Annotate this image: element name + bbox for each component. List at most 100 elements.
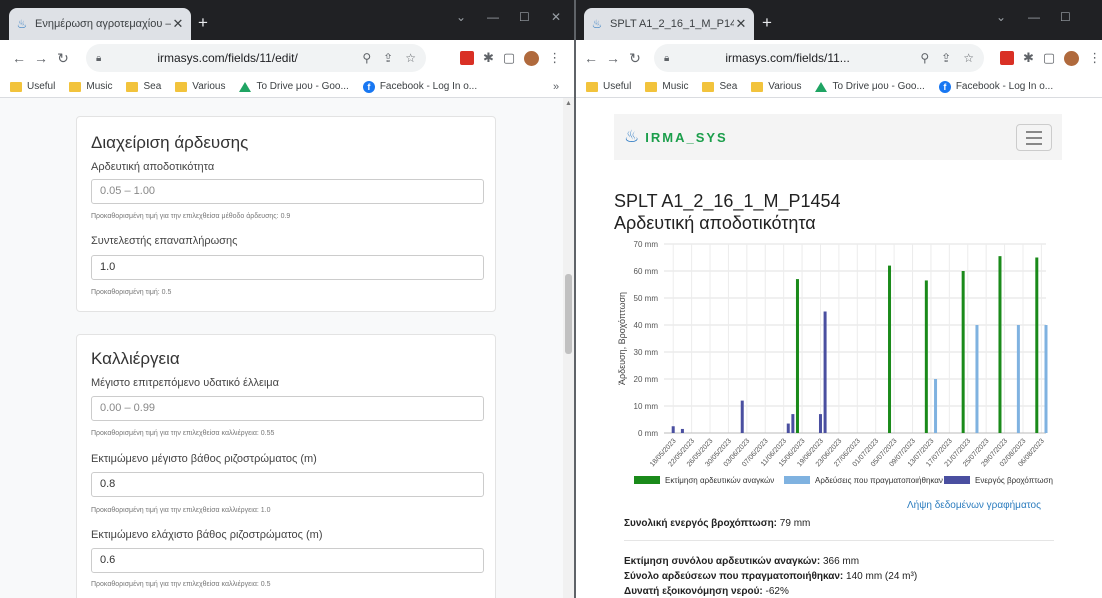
bookmark-sea[interactable]: Sea — [126, 81, 161, 92]
bookmark-various[interactable]: Various — [751, 81, 801, 92]
scrollbar[interactable]: ▲ — [563, 98, 574, 598]
tab-search-icon[interactable]: ⌄ — [456, 10, 466, 24]
puzzle-extensions-icon[interactable]: ✱ — [483, 50, 494, 66]
bookmark-facebook[interactable]: f Facebook - Log In o... — [938, 80, 1053, 93]
y-tick-label: 20 mm — [634, 375, 659, 384]
menu-toggle-button[interactable] — [1016, 124, 1052, 151]
bookmark-facebook[interactable]: f Facebook - Log In o... — [362, 80, 477, 93]
irrigation-chart: 0 mm 10 mm 20 mm 30 mm 40 mm 50 mm 60 mm 70 mm Ά… — [617, 240, 1053, 485]
profile-avatar[interactable] — [1064, 50, 1080, 66]
forward-arrow-icon[interactable]: → — [602, 50, 624, 66]
stat-value: -62% — [762, 586, 789, 597]
share-icon[interactable]: ⇪ — [383, 51, 393, 65]
lock-icon[interactable]: 🔒︎ — [96, 53, 101, 64]
pdf-extension-icon[interactable] — [460, 51, 474, 65]
deficit-label: Μέγιστο επιτρεπόμενο υδατικό έλλειμα — [91, 377, 280, 389]
star-icon[interactable]: ☆ — [405, 51, 416, 65]
y-tick-label: 50 mm — [634, 294, 659, 303]
browser-tab[interactable]: ♨ Ενημέρωση αγροτεμαχίου — IR/ ✕ — [9, 8, 191, 40]
legend-label: Εκτίμηση αρδευτικών αναγκών — [665, 476, 774, 485]
puzzle-extensions-icon[interactable]: ✱ — [1023, 50, 1034, 66]
menu-dots-icon[interactable]: ⋮ — [1088, 50, 1101, 66]
address-bar[interactable]: 🔒︎ irmasys.com/fields/11/edit/ ⚲ ⇪ ☆ — [86, 44, 426, 72]
bookmark-various[interactable]: Various — [175, 81, 225, 92]
hamburger-line — [1026, 136, 1042, 139]
page-subtitle: Αρδευτική αποδοτικότητα — [614, 213, 816, 233]
download-chart-data-link[interactable]: Λήψη δεδομένων γραφήματος — [907, 500, 1041, 511]
max-root-label: Εκτιμώμενο μέγιστο βάθος ριζοστρώματος (… — [91, 453, 317, 465]
efficiency-input[interactable]: 0.05 – 1.00 — [91, 179, 484, 204]
stat-label: Εκτίμηση συνόλου αρδευτικών αναγκών: — [624, 556, 821, 567]
share-icon[interactable]: ⇪ — [941, 51, 951, 65]
forward-arrow-icon[interactable]: → — [30, 50, 52, 66]
close-tab-icon[interactable]: ✕ — [734, 16, 748, 32]
y-tick-label: 40 mm — [634, 321, 659, 330]
address-bar[interactable]: 🔒︎ irmasys.com/fields/11... ⚲ ⇪ ☆ — [654, 44, 984, 72]
extensions-area: ✱ ▢ ⋮ — [460, 50, 561, 66]
menu-dots-icon[interactable]: ⋮ — [548, 50, 561, 66]
logo-text: IRMA_SYS — [645, 129, 728, 145]
reload-icon[interactable]: ↻ — [52, 50, 74, 67]
close-tab-icon[interactable]: ✕ — [171, 16, 185, 32]
close-window-icon[interactable]: ✕ — [551, 10, 561, 24]
scrollbar-thumb[interactable] — [565, 274, 572, 354]
scrollbar[interactable] — [1093, 98, 1102, 598]
lock-icon[interactable]: 🔒︎ — [664, 53, 669, 64]
profile-avatar[interactable] — [524, 50, 540, 66]
bookmark-label: Music — [86, 81, 113, 92]
bar — [934, 379, 938, 433]
bar — [671, 426, 675, 433]
star-icon[interactable]: ☆ — [963, 51, 974, 65]
minimize-icon[interactable]: — — [1028, 10, 1040, 24]
y-tick-label: 10 mm — [634, 402, 659, 411]
zoom-icon[interactable]: ⚲ — [362, 51, 371, 65]
bookmark-music[interactable]: Music — [69, 81, 112, 92]
y-tick-label: 0 mm — [638, 429, 658, 438]
google-drive-icon — [239, 81, 252, 92]
maximize-icon[interactable]: ☐ — [519, 10, 530, 24]
max-root-input[interactable]: 0.8 — [91, 472, 484, 497]
browser-tab[interactable]: ♨ SPLT A1_2_16_1_M_P1454 — IRM ✕ — [584, 8, 754, 40]
back-arrow-icon[interactable]: ← — [580, 50, 602, 66]
side-panel-icon[interactable]: ▢ — [1043, 50, 1055, 66]
side-panel-icon[interactable]: ▢ — [503, 50, 515, 66]
stat-label: Σύνολο αρδεύσεων που πραγματοποιήθηκαν: — [624, 571, 844, 582]
deficit-input[interactable]: 0.00 – 0.99 — [91, 396, 484, 421]
new-tab-icon[interactable]: + — [762, 14, 772, 31]
zoom-icon[interactable]: ⚲ — [920, 51, 929, 65]
folder-icon — [645, 81, 658, 92]
folder-icon — [702, 81, 715, 92]
bookmarks-bar: Useful Music Sea Various To Drive μου - … — [0, 76, 574, 98]
maximize-icon[interactable]: ☐ — [1060, 10, 1071, 24]
bookmark-useful[interactable]: Useful — [10, 81, 55, 92]
bar — [924, 280, 928, 433]
applied-total: Σύνολο αρδεύσεων που πραγματοποιήθηκαν: … — [624, 571, 917, 582]
irma-favicon-icon: ♨ — [16, 17, 28, 31]
bookmark-drive[interactable]: To Drive μου - Goo... — [815, 81, 925, 92]
bookmarks-bar: Useful Music Sea Various To Drive μου - … — [576, 76, 1102, 98]
facebook-icon: f — [362, 80, 375, 93]
pdf-extension-icon[interactable] — [1000, 51, 1014, 65]
bookmark-sea[interactable]: Sea — [702, 81, 737, 92]
crop-heading: Καλλιέργεια — [91, 349, 180, 368]
bookmark-label: Useful — [603, 81, 632, 92]
irma-sys-logo[interactable]: ♨ IRMA_SYS — [624, 127, 728, 147]
min-root-input[interactable]: 0.6 — [91, 548, 484, 573]
refill-input[interactable]: 1.0 — [91, 255, 484, 280]
scroll-up-icon[interactable]: ▲ — [565, 100, 572, 107]
folder-icon — [126, 81, 139, 92]
back-arrow-icon[interactable]: ← — [8, 50, 30, 66]
browser-toolbar: ← → ↻ 🔒︎ irmasys.com/fields/11/edit/ ⚲ ⇪… — [0, 40, 574, 76]
bookmark-music[interactable]: Music — [645, 81, 688, 92]
new-tab-icon[interactable]: + — [198, 14, 208, 31]
left-browser-window: ♨ Ενημέρωση αγροτεμαχίου — IR/ ✕ + ⌄ — ☐… — [0, 0, 574, 598]
minimize-icon[interactable]: — — [487, 10, 499, 24]
hamburger-line — [1026, 130, 1042, 133]
tab-search-icon[interactable]: ⌄ — [996, 10, 1006, 24]
efficiency-hint: Προκαθορισμένη τιμή για την επιλεχθείσα … — [91, 213, 291, 220]
bookmark-useful[interactable]: Useful — [586, 81, 631, 92]
more-bookmarks-icon[interactable]: » — [553, 76, 559, 98]
reload-icon[interactable]: ↻ — [624, 50, 646, 67]
bookmark-drive[interactable]: To Drive μου - Goo... — [239, 81, 349, 92]
stat-label: Δυνατή εξοικονόμηση νερού: — [624, 586, 763, 597]
